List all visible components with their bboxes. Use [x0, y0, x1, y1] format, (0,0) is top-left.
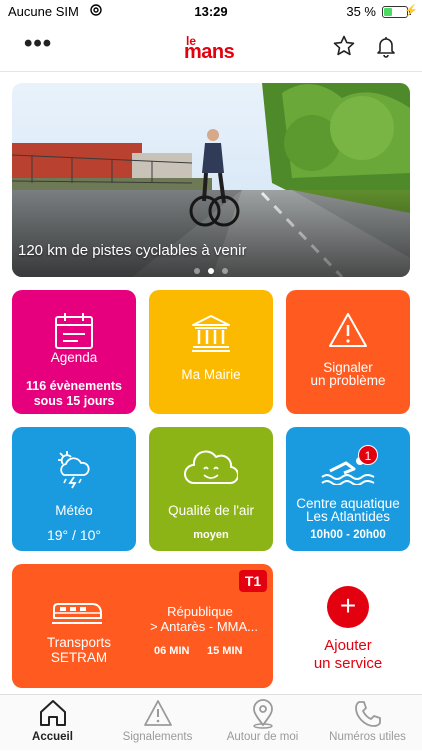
- more-icon[interactable]: •••: [24, 32, 52, 56]
- centre-aquatique-label-line2: Les Atlantides: [305, 509, 391, 524]
- status-bar: Aucune SIM 13:29 35 % ⚡: [0, 0, 422, 24]
- le-mans-logo: le mans: [182, 34, 240, 64]
- tab-autour-de-moi-label: Autour de moi: [226, 731, 299, 743]
- next-departure-1: 06 MIN: [154, 645, 190, 657]
- tab-signalements-label: Signalements: [122, 731, 193, 743]
- news-carousel[interactable]: 120 km de pistes cyclables à venir: [12, 83, 410, 277]
- nav-bar: ••• le mans: [0, 24, 422, 72]
- smiling-cloud-icon: [149, 447, 273, 487]
- location-pin-icon: [210, 699, 315, 729]
- tab-numeros-utiles-label: Numéros utiles: [329, 731, 406, 743]
- transports-setram-tile[interactable]: T1 Transports SETRAM République > Antarè…: [12, 564, 273, 688]
- qualite-air-tile[interactable]: Qualité de l'air moyen: [149, 427, 273, 551]
- warning-icon: [105, 699, 210, 727]
- ma-mairie-tile[interactable]: Ma Mairie: [149, 290, 273, 414]
- transports-label-line1: Transports: [46, 635, 112, 650]
- tram-icon: [52, 600, 102, 631]
- centre-aquatique-hours: 10h00 - 20h00: [310, 529, 386, 541]
- star-icon[interactable]: [332, 34, 356, 58]
- phone-icon: [315, 699, 420, 729]
- tram-stop-name: République: [167, 604, 233, 619]
- charging-icon: ⚡: [404, 5, 418, 17]
- tab-autour-de-moi[interactable]: Autour de moi: [210, 695, 315, 751]
- weather-storm-icon: [12, 449, 136, 489]
- carousel-dots: [12, 261, 410, 277]
- tram-direction: > Antarès - MMA...: [149, 619, 258, 634]
- carousel-caption: 120 km de pistes cyclables à venir: [18, 242, 247, 259]
- qualite-air-level: moyen: [193, 529, 229, 541]
- carousel-dot[interactable]: [194, 268, 200, 274]
- home-icon: [0, 699, 105, 727]
- battery-percent: 35 %: [346, 4, 376, 19]
- meteo-tile[interactable]: Météo 19° / 10°: [12, 427, 136, 551]
- agenda-events-period: sous 15 jours: [33, 394, 115, 408]
- carousel-dot[interactable]: [222, 268, 228, 274]
- ma-mairie-label: Ma Mairie: [181, 367, 241, 382]
- signaler-probleme-tile[interactable]: Signaler un problème: [286, 290, 410, 414]
- agenda-tile[interactable]: Agenda 116 évènements sous 15 jours: [12, 290, 136, 414]
- qualite-air-label: Qualité de l'air: [168, 503, 254, 518]
- ajouter-service-label-line1: Ajouter: [324, 637, 372, 654]
- tab-accueil[interactable]: Accueil: [0, 695, 105, 751]
- carousel-dot-active[interactable]: [208, 268, 214, 274]
- next-departure-2: 15 MIN: [207, 645, 243, 657]
- warning-icon: [286, 312, 410, 348]
- ajouter-service-label-line2: un service: [313, 655, 383, 672]
- ajouter-service-button[interactable]: + Ajouter un service: [286, 564, 410, 688]
- tab-bar: Accueil Signalements Autour de moi Numér…: [0, 694, 422, 750]
- calendar-icon: [12, 312, 136, 350]
- centre-aquatique-tile[interactable]: Centre aquatique Les Atlantides 10h00 - …: [286, 427, 410, 551]
- tram-line-badge: T1: [239, 570, 267, 592]
- tab-accueil-label: Accueil: [32, 731, 73, 743]
- bell-icon[interactable]: [374, 34, 398, 58]
- plus-icon: +: [327, 586, 369, 628]
- tab-numeros-utiles[interactable]: Numéros utiles: [315, 695, 420, 751]
- transports-label-line2: SETRAM: [50, 650, 108, 665]
- signaler-label-line2: un problème: [310, 373, 386, 388]
- meteo-label: Météo: [55, 503, 93, 518]
- meteo-temperatures: 19° / 10°: [46, 527, 101, 543]
- town-hall-icon: [149, 314, 273, 352]
- notification-badge: 1: [358, 445, 378, 465]
- agenda-events-count: 116 évènements: [26, 379, 122, 393]
- logo-main-text: mans: [184, 41, 235, 63]
- agenda-label: Agenda: [50, 350, 98, 365]
- swimmer-icon: [286, 453, 410, 485]
- tab-signalements[interactable]: Signalements: [105, 695, 210, 751]
